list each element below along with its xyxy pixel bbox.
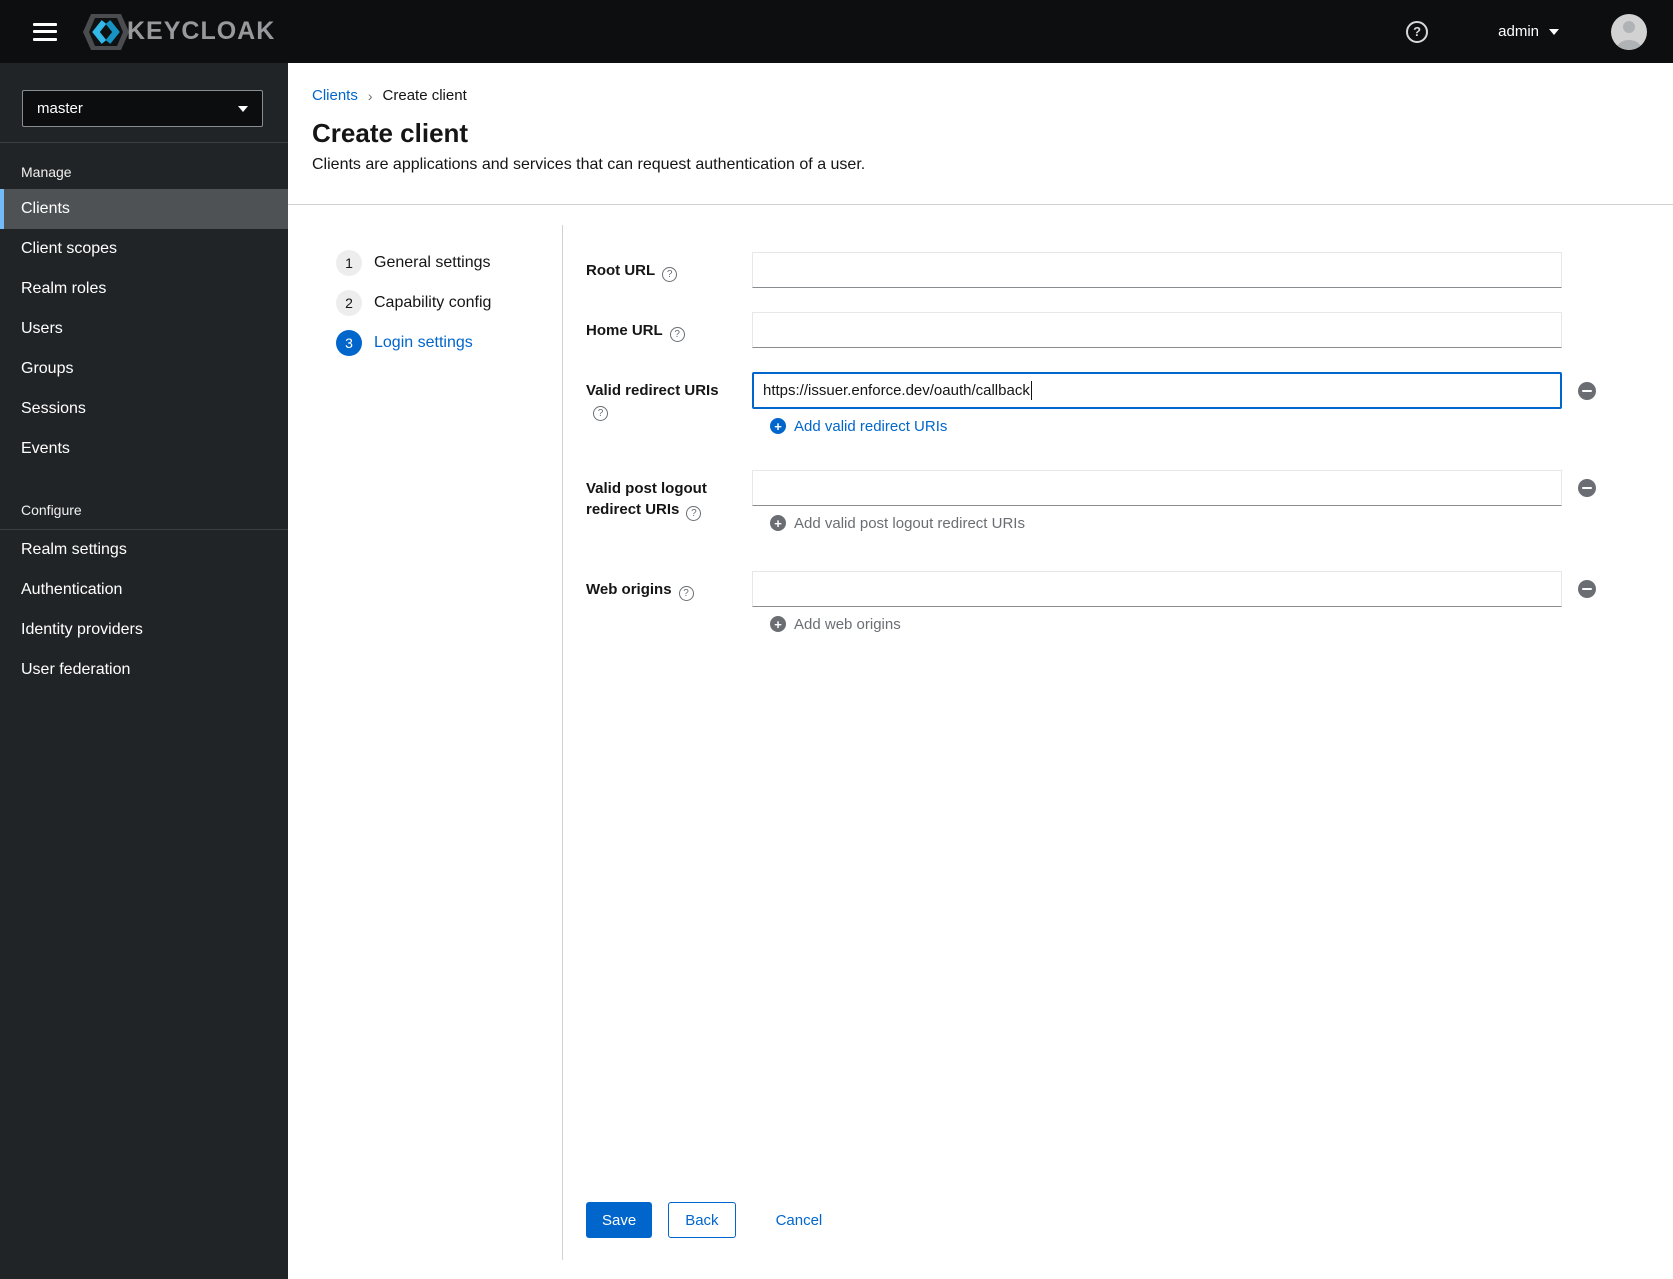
help-icon[interactable]: ? [686,506,702,521]
wizard-divider [562,225,563,1260]
home-url-input[interactable] [752,312,1562,348]
content: Clients › Create client Create client Cl… [288,63,1673,1279]
step-number: 1 [336,250,362,276]
sidebar: master Manage Clients Client scopes Real… [0,63,288,1279]
brand-text: KEYCLOAK [127,17,276,45]
plus-circle-icon: + [770,616,786,632]
form-group-home-url: Home URL? [586,312,1562,348]
help-icon[interactable]: ? [1406,20,1429,43]
breadcrumb-current: Create client [382,87,467,104]
page-header: Clients › Create client Create client Cl… [288,63,1673,205]
form-group-web-origins: Web origins? + Add web origins [586,571,1596,633]
save-button[interactable]: Save [586,1202,653,1238]
remove-redirect-uri-button[interactable] [1578,381,1596,400]
wizard-nav: 1 General settings 2 Capability config 3… [336,243,491,363]
login-settings-form: Root URL? Home URL? Valid redirect URIs … [586,252,1596,633]
page-title: Create client [312,118,469,148]
username: admin [1498,23,1539,40]
sidebar-item-sessions[interactable]: Sessions [0,389,288,429]
realm-name: master [37,100,83,117]
sidebar-item-authentication[interactable]: Authentication [0,570,288,610]
form-group-valid-post-logout-redirect-uris: Valid post logout redirect URIs? + Add v… [586,470,1596,532]
nav-section-manage: Manage [21,164,72,180]
remove-post-logout-uri-button[interactable] [1578,479,1596,497]
masthead: KEYCLOAK ? admin [0,0,1673,63]
valid-redirect-uris-input[interactable]: https://issuer.enforce.dev/oauth/callbac… [752,372,1562,409]
sidebar-item-users[interactable]: Users [0,309,288,349]
step-number: 2 [336,290,362,316]
plus-circle-icon: + [770,515,786,531]
sidebar-item-realm-settings[interactable]: Realm settings [0,530,288,570]
add-valid-redirect-uris-link[interactable]: + Add valid redirect URIs [770,418,947,435]
remove-web-origin-button[interactable] [1578,580,1596,598]
sidebar-item-clients[interactable]: Clients [0,189,288,229]
form-actions: Save Back Cancel [586,1202,830,1238]
chevron-down-icon [238,105,248,112]
sidebar-item-events[interactable]: Events [0,429,288,469]
form-group-valid-redirect-uris: Valid redirect URIs? https://issuer.enfo… [586,372,1596,435]
user-dropdown[interactable]: admin [1498,23,1559,40]
back-button[interactable]: Back [668,1202,736,1238]
valid-redirect-uris-label: Valid redirect URIs [586,382,719,399]
sidebar-divider [0,142,288,143]
breadcrumb: Clients › Create client [312,87,1649,104]
plus-circle-icon: + [770,418,786,434]
minus-circle-icon [1582,389,1592,392]
wizard-step-login-settings[interactable]: 3 Login settings [336,323,491,363]
wizard-step-general-settings[interactable]: 1 General settings [336,243,491,283]
form-group-root-url: Root URL? [586,252,1562,288]
page-subtitle: Clients are applications and services th… [312,156,866,173]
root-url-label: Root URL [586,262,656,279]
sidebar-item-identity-providers[interactable]: Identity providers [0,610,288,650]
chevron-down-icon [1549,28,1559,35]
add-web-origins-link[interactable]: + Add web origins [770,616,901,633]
web-origins-label: Web origins [586,581,672,598]
help-icon[interactable]: ? [669,327,685,342]
sidebar-item-user-federation[interactable]: User federation [0,650,288,690]
sidebar-item-groups[interactable]: Groups [0,349,288,389]
realm-selector[interactable]: master [22,90,263,127]
nav-section-configure: Configure [21,502,82,518]
sidebar-item-client-scopes[interactable]: Client scopes [0,229,288,269]
help-icon[interactable]: ? [678,586,694,601]
valid-redirect-uris-value: https://issuer.enforce.dev/oauth/callbac… [763,382,1030,399]
breadcrumb-clients-link[interactable]: Clients [312,87,358,104]
wizard-body: 1 General settings 2 Capability config 3… [288,205,1673,1279]
add-valid-post-logout-redirect-uris-link[interactable]: + Add valid post logout redirect URIs [770,515,1025,532]
minus-circle-icon [1582,588,1592,590]
text-cursor [1030,381,1032,400]
sidebar-item-realm-roles[interactable]: Realm roles [0,269,288,309]
help-icon[interactable]: ? [593,406,608,421]
step-number: 3 [336,330,362,356]
minus-circle-icon [1582,487,1592,489]
valid-post-logout-redirect-uris-input[interactable] [752,470,1562,506]
wizard-step-capability-config[interactable]: 2 Capability config [336,283,491,323]
keycloak-logo[interactable]: KEYCLOAK [77,10,275,54]
home-url-label: Home URL [586,322,663,339]
breadcrumb-separator-icon: › [367,87,373,104]
cancel-button[interactable]: Cancel [768,1202,831,1238]
avatar[interactable] [1611,13,1647,50]
help-icon[interactable]: ? [662,267,678,282]
web-origins-input[interactable] [752,571,1562,607]
root-url-input[interactable] [752,252,1562,288]
menu-toggle-icon[interactable] [33,22,57,41]
